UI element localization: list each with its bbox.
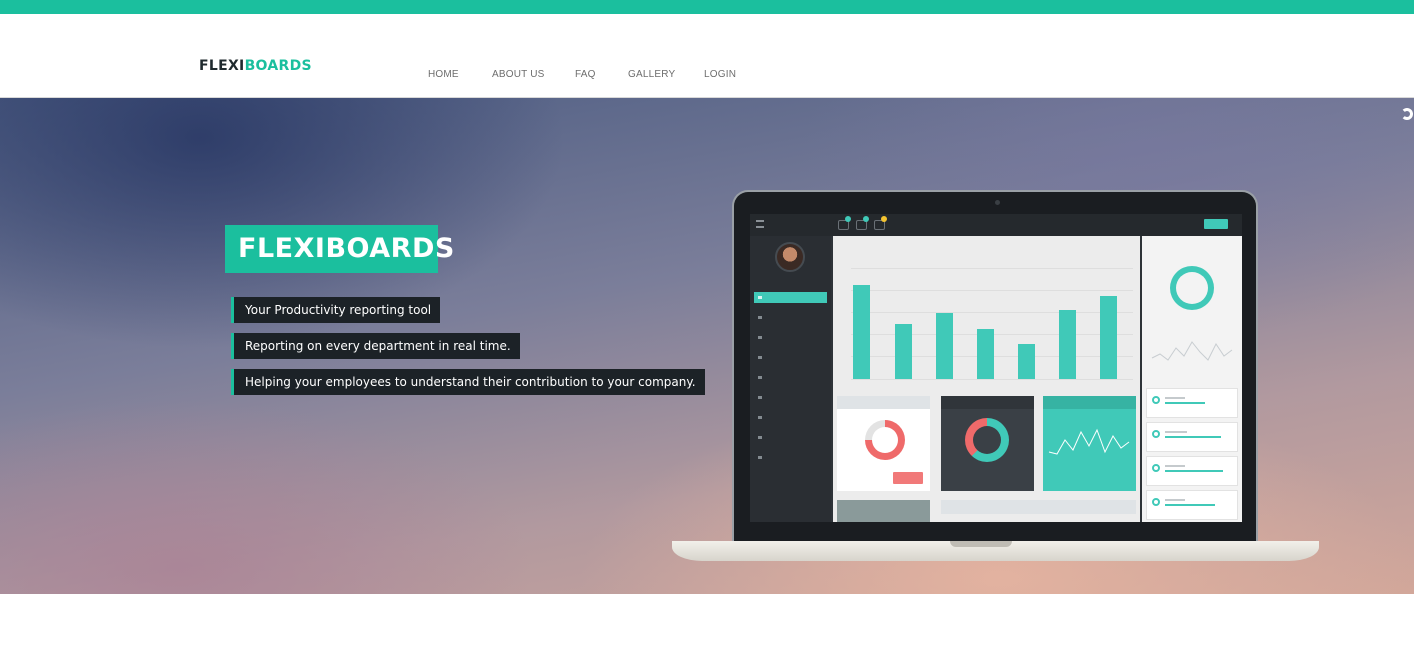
- laptop-mockup-image: [732, 190, 1258, 542]
- gridline: [851, 268, 1133, 269]
- chart-bar: [1018, 344, 1035, 379]
- sidebar-item: [754, 412, 827, 423]
- notification-dot-icon: [863, 216, 869, 222]
- hero-tagline-2: Reporting on every department in real ti…: [231, 333, 520, 359]
- sidebar-item: [754, 312, 827, 323]
- card-header: [941, 396, 1034, 409]
- navbar: FLEXIBOARDS HOME ABOUT US FAQ GALLERY LO…: [0, 14, 1414, 98]
- menu-icon: [756, 220, 764, 228]
- sidebar-item: [754, 452, 827, 463]
- sidebar-item: [754, 392, 827, 403]
- dashboard-button: [1204, 219, 1228, 229]
- nav-gallery[interactable]: GALLERY: [628, 69, 675, 80]
- brand-logo-part2: BOARDS: [244, 58, 312, 74]
- hero-title: FLEXIBOARDS: [225, 225, 454, 273]
- user-name-placeholder: [750, 275, 831, 280]
- avatar: [775, 242, 805, 272]
- revenue-sparkline: [1048, 428, 1130, 455]
- percent-value: [893, 472, 923, 484]
- card-header: [1043, 396, 1136, 409]
- chart-bar: [936, 313, 953, 379]
- chart-bar: [977, 329, 994, 379]
- donut-chart: [965, 418, 1009, 462]
- dashboard-right-panel: [1142, 236, 1242, 522]
- dashboard-screenshot: [750, 214, 1242, 522]
- message-bar: [941, 500, 1136, 514]
- sidebar-item: [754, 432, 827, 443]
- activity-item: [1146, 490, 1238, 520]
- chart-bar: [1059, 310, 1076, 379]
- activity-item: [1146, 388, 1238, 418]
- card-header: [837, 396, 930, 409]
- nav-faq[interactable]: FAQ: [575, 69, 596, 80]
- notification-dot-icon: [845, 216, 851, 222]
- map-thumbnail: [837, 500, 930, 522]
- notification-dot-icon: [881, 216, 887, 222]
- laptop-notch: [950, 541, 1012, 547]
- sidebar-item: [754, 292, 827, 303]
- nav-home[interactable]: HOME: [428, 69, 459, 80]
- dashboard-sidebar: [750, 236, 831, 522]
- nav-about-us[interactable]: ABOUT US: [492, 69, 545, 80]
- gridline: [851, 379, 1133, 380]
- gridline: [851, 290, 1133, 291]
- brand-logo-part1: FLEXI: [199, 58, 245, 74]
- progress-sparkline: [1151, 341, 1233, 361]
- hero-tagline-3: Helping your employees to understand the…: [231, 369, 705, 395]
- brand-logo[interactable]: FLEXIBOARDS: [199, 58, 312, 74]
- chart-bar: [853, 285, 870, 379]
- chart-bar: [895, 324, 912, 379]
- dropbox-stats-card: [941, 396, 1034, 491]
- loading-spinner-icon: [1401, 108, 1413, 120]
- hero-banner: FLEXIBOARDS Your Productivity reporting …: [0, 98, 1414, 594]
- gridline: [851, 312, 1133, 313]
- dashboard-topbar: [750, 214, 1242, 236]
- sidebar-item: [754, 352, 827, 363]
- laptop-camera: [995, 200, 1000, 205]
- activity-item: [1146, 422, 1238, 452]
- top-accent-strip: [0, 0, 1414, 14]
- dashboard-main: [833, 236, 1140, 522]
- chart-bar: [1100, 296, 1117, 379]
- sidebar-item: [754, 332, 827, 343]
- activity-item: [1146, 456, 1238, 486]
- donut-chart: [865, 420, 905, 460]
- revenue-card: [1043, 396, 1136, 491]
- nav-login[interactable]: LOGIN: [704, 69, 736, 80]
- hero-tagline-1: Your Productivity reporting tool: [231, 297, 441, 323]
- progress-ring: [1170, 266, 1214, 310]
- sidebar-item: [754, 372, 827, 383]
- server-load-card: [837, 396, 930, 491]
